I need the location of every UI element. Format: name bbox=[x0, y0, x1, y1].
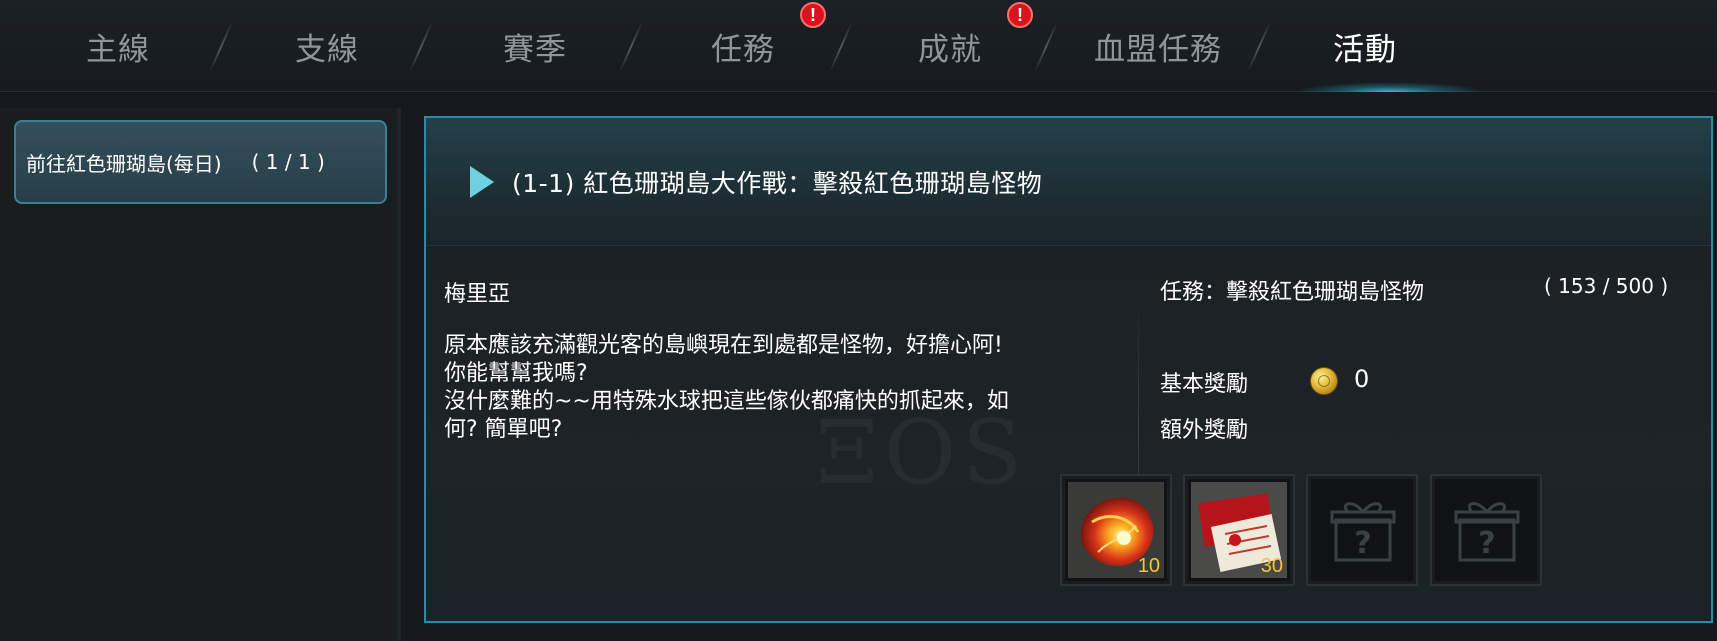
dialogue-line: 何? 簡單吧? bbox=[444, 417, 563, 442]
mystery-gift-icon: ? bbox=[1454, 502, 1520, 562]
reward-slot[interactable]: ? bbox=[1430, 474, 1542, 586]
svg-text:?: ? bbox=[1354, 526, 1371, 561]
quest-list-item-count: ( 1 / 1 ) bbox=[251, 150, 325, 174]
tab-bar: 主線 支線 賽季 任務 ! 成就 ! 血盟任務 活動 bbox=[0, 0, 1717, 92]
quest-list-item[interactable]: 前往紅色珊瑚島(每日) ( 1 / 1 ) bbox=[14, 120, 387, 204]
quest-header: (1-1) 紅色珊瑚島大作戰：擊殺紅色珊瑚島怪物 bbox=[426, 118, 1711, 246]
tab-season[interactable]: 賽季 bbox=[440, 0, 630, 92]
play-icon bbox=[470, 166, 494, 198]
gold-coin-icon bbox=[1310, 367, 1338, 395]
active-tab-indicator bbox=[1295, 82, 1485, 92]
mystery-gift-icon: ? bbox=[1330, 502, 1396, 562]
reward-quantity: 30 bbox=[1260, 555, 1283, 577]
basic-reward-label: 基本獎勵 bbox=[1160, 372, 1249, 397]
basic-reward-value: 0 bbox=[1354, 365, 1370, 393]
objective-progress: ( 153 / 500 ) bbox=[1544, 274, 1669, 298]
quest-detail-panel: (1-1) 紅色珊瑚島大作戰：擊殺紅色珊瑚島怪物 ΞOS RED 梅里亞 原本應… bbox=[424, 116, 1713, 623]
svg-text:?: ? bbox=[1478, 526, 1495, 561]
tab-side-story[interactable]: 支線 bbox=[232, 0, 422, 92]
reward-quantity: 10 bbox=[1137, 555, 1160, 577]
alert-badge-missions: ! bbox=[800, 2, 826, 28]
panel-divider bbox=[397, 108, 401, 641]
quest-content: ΞOS RED 梅里亞 原本應該充滿觀光客的島嶼現在到處都是怪物，好擔心阿! 你… bbox=[426, 246, 1711, 621]
quest-title: (1-1) 紅色珊瑚島大作戰：擊殺紅色珊瑚島怪物 bbox=[512, 169, 1043, 198]
dialogue-line: 你能幫幫我嗎? bbox=[444, 361, 588, 386]
npc-dialogue: 原本應該充滿觀光客的島嶼現在到處都是怪物，好擔心阿! 你能幫幫我嗎? 沒什麼難的… bbox=[444, 332, 1094, 444]
objective-label: 任務：擊殺紅色珊瑚島怪物 bbox=[1160, 280, 1425, 305]
dialogue-line: 原本應該充滿觀光客的島嶼現在到處都是怪物，好擔心阿! bbox=[444, 333, 1003, 358]
alert-badge-achievements: ! bbox=[1007, 2, 1033, 28]
reward-slot[interactable]: 10 bbox=[1060, 474, 1172, 586]
extra-reward-label: 額外獎勵 bbox=[1160, 418, 1249, 443]
reward-slot[interactable]: ? bbox=[1306, 474, 1418, 586]
quest-list-item-label: 前往紅色珊瑚島(每日) bbox=[26, 151, 222, 176]
tab-clan-missions[interactable]: 血盟任務 bbox=[1063, 0, 1253, 92]
tab-main-story[interactable]: 主線 bbox=[23, 0, 213, 92]
dialogue-line: 沒什麼難的~~用特殊水球把這些傢伙都痛快的抓起來，如 bbox=[444, 389, 1009, 414]
tab-events[interactable]: 活動 bbox=[1270, 0, 1460, 92]
reward-slot[interactable]: 30 bbox=[1183, 474, 1295, 586]
npc-name: 梅里亞 bbox=[444, 282, 511, 307]
